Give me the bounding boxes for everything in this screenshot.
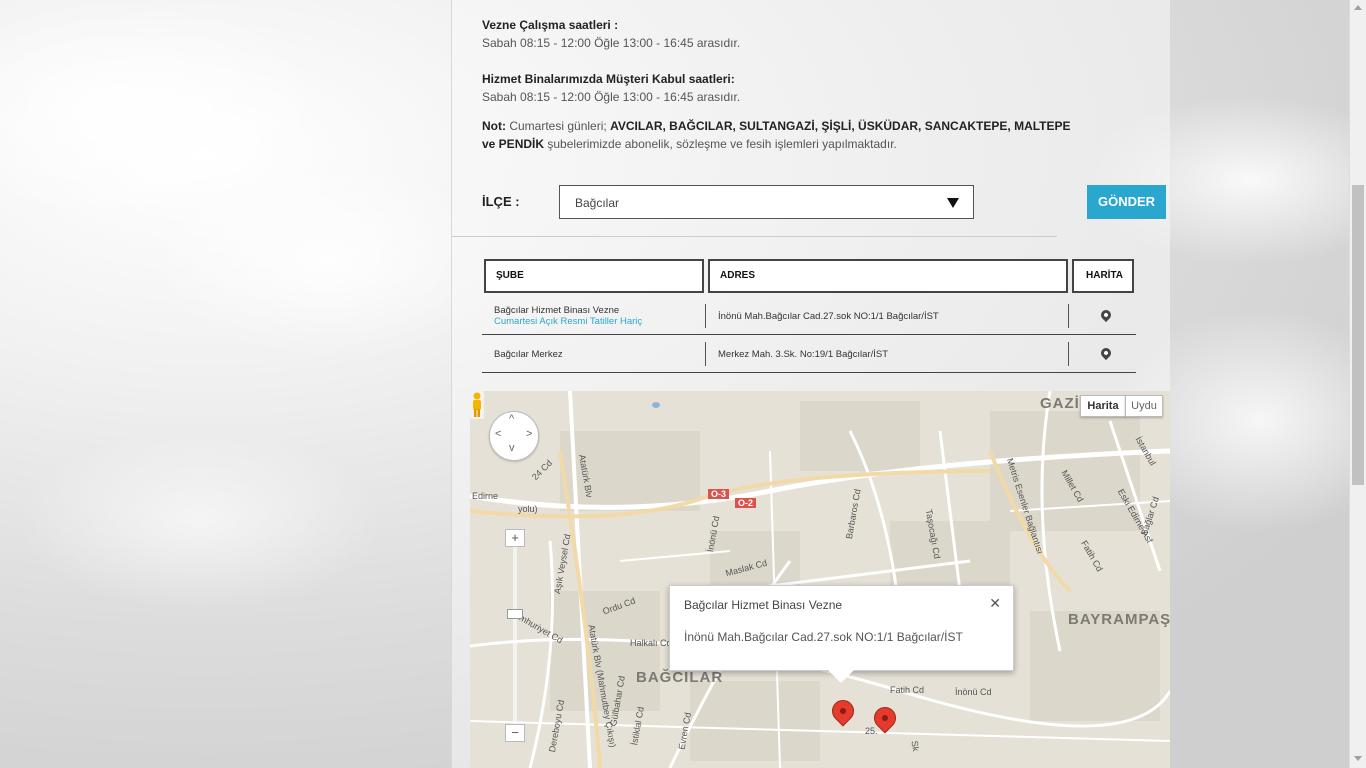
map-pin-icon[interactable]: [1098, 307, 1114, 323]
branch-note: Cumartesi Açık Resmi Tatiller Hariç: [494, 316, 643, 327]
zoom-out-button[interactable]: −: [505, 724, 525, 742]
pan-down-icon[interactable]: v: [509, 442, 515, 454]
note-prefix: Cumartesi günleri;: [509, 119, 607, 133]
info-window-title: Bağcılar Hizmet Binası Vezne: [684, 598, 843, 612]
table-row: Bağcılar Merkez Merkez Mah. 3.Sk. No:19/…: [482, 336, 1136, 373]
close-icon[interactable]: ✕: [989, 595, 1001, 612]
map-roads: [470, 391, 1170, 768]
cashier-hours: Vezne Çalışma saatleri : Sabah 08:15 - 1…: [482, 16, 740, 52]
map-type-map-button[interactable]: Harita: [1080, 395, 1126, 417]
info-window-address: İnönü Mah.Bağcılar Cad.27.sok NO:1/1 Bağ…: [684, 630, 963, 644]
chevron-down-icon: [947, 198, 959, 208]
zoom-in-button[interactable]: +: [505, 529, 525, 547]
map-street-label: Halkalı Cd: [630, 638, 672, 648]
zoom-slider-handle[interactable]: [507, 609, 523, 619]
info-window-tail: [828, 670, 854, 683]
map-pin-icon[interactable]: [1098, 345, 1114, 361]
map-street-label: 25.: [865, 726, 878, 736]
pan-left-icon[interactable]: <: [495, 428, 501, 440]
service-hours: Hizmet Binalarımızda Müşteri Kabul saatl…: [482, 70, 740, 106]
header-branch: ŞUBE: [484, 259, 704, 293]
saturday-note: Not: Cumartesi günleri; AVCILAR, BAĞCILA…: [482, 117, 1082, 153]
note-label: Not:: [482, 119, 506, 133]
column-divider: [1068, 342, 1069, 366]
map-highway-badge: O-2: [735, 498, 757, 508]
page-scrollbar[interactable]: [1349, 0, 1366, 768]
map-area-label: BAĞCILAR: [636, 669, 724, 686]
map-street-label: Edirne: [472, 491, 499, 501]
zoom-slider-track[interactable]: [513, 541, 517, 736]
map-street-label: İnönü Cd: [955, 687, 992, 697]
district-select[interactable]: Bağcılar: [559, 185, 974, 219]
column-divider: [705, 342, 706, 366]
address-cell: Merkez Mah. 3.Sk. No:19/1 Bağcılar/İST: [718, 348, 889, 360]
header-address: ADRES: [708, 259, 1068, 293]
branch-name: Bağcılar Merkez: [494, 348, 563, 360]
table-row: Bağcılar Hizmet Binası Vezne Cumartesi A…: [482, 298, 1136, 335]
service-hours-title: Hizmet Binalarımızda Müşteri Kabul saatl…: [482, 72, 735, 86]
note-suffix: şubelerimizde abonelik, sözleşme ve fesi…: [547, 137, 897, 151]
submit-button[interactable]: GÖNDER: [1087, 185, 1166, 219]
column-divider: [1068, 304, 1069, 328]
pegman-icon[interactable]: [470, 391, 484, 419]
map-info-window: Bağcılar Hizmet Binası Vezne İnönü Mah.B…: [669, 585, 1014, 683]
district-label: İLÇE :: [482, 194, 520, 209]
note-districts: AVCILAR, BAĞCILAR, SULTANGAZİ, ŞİŞLİ, ÜS…: [610, 119, 1071, 133]
scroll-up-icon[interactable]: [1354, 5, 1362, 10]
cashier-hours-text: Sabah 08:15 - 12:00 Öğle 13:00 - 16:45 a…: [482, 36, 741, 50]
map-highway-badge: O-3: [708, 489, 730, 499]
map-area-label: GAZİ: [1040, 395, 1080, 412]
branch-cell: Bağcılar Merkez: [494, 336, 694, 372]
map-area-label: BAYRAMPAŞA: [1068, 611, 1170, 628]
branch-cell: Bağcılar Hizmet Binası Vezne Cumartesi A…: [494, 298, 694, 334]
column-divider: [705, 304, 706, 328]
map-street-label: yolu): [518, 504, 538, 514]
pan-right-icon[interactable]: >: [526, 428, 532, 440]
district-select-value: Bağcılar: [575, 196, 620, 210]
main-content: Vezne Çalışma saatleri : Sabah 08:15 - 1…: [451, 0, 1170, 768]
address-cell: İnönü Mah.Bağcılar Cad.27.sok NO:1/1 Bağ…: [718, 310, 939, 322]
note-districts-2: ve PENDİK: [482, 137, 545, 151]
divider: [452, 236, 1057, 237]
pan-up-icon[interactable]: ^: [509, 413, 514, 425]
map-street-label: Fatih Cd: [890, 685, 925, 695]
pan-control[interactable]: ^ < > v: [489, 411, 539, 461]
service-hours-text: Sabah 08:15 - 12:00 Öğle 13:00 - 16:45 a…: [482, 90, 741, 104]
branch-name: Bağcılar Hizmet Binası Vezne: [494, 305, 620, 316]
google-map[interactable]: GAZİ BAYRAMPAŞA BAĞCILAR Edirne yolu) 24…: [470, 391, 1170, 768]
header-map: HARİTA: [1072, 259, 1134, 293]
map-street-label: Sk: [909, 739, 922, 753]
cashier-hours-title: Vezne Çalışma saatleri :: [482, 18, 619, 32]
scrollbar-thumb[interactable]: [1352, 185, 1364, 485]
scroll-down-icon[interactable]: [1354, 756, 1362, 761]
map-type-satellite-button[interactable]: Uydu: [1125, 395, 1163, 417]
